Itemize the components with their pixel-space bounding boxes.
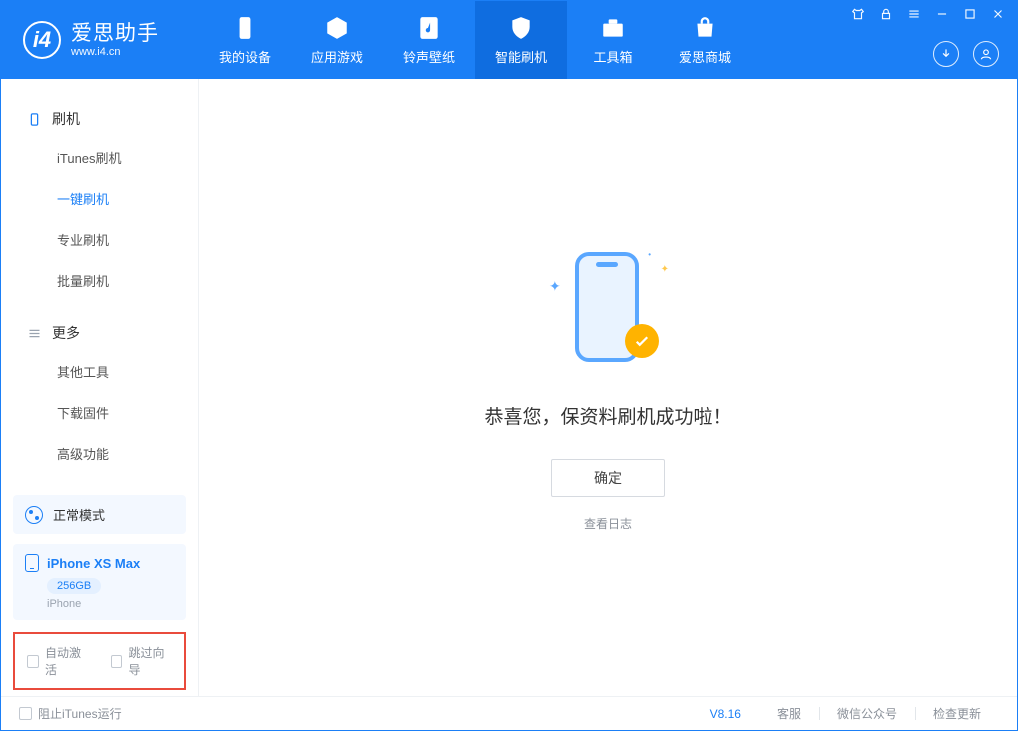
sidebar-item-batch-flash[interactable]: 批量刷机 [1, 260, 198, 301]
logo-block: i4 爱思助手 www.i4.cn [1, 1, 199, 79]
tab-my-device[interactable]: 我的设备 [199, 1, 291, 79]
success-message: 恭喜您，保资料刷机成功啦！ [484, 402, 731, 429]
tab-label: 爱思商城 [679, 47, 731, 66]
menu-icon[interactable] [907, 7, 921, 21]
tab-label: 我的设备 [219, 47, 271, 66]
phone-icon [232, 15, 258, 41]
check-badge-icon [625, 324, 659, 358]
checkbox-icon [111, 655, 123, 668]
sidebar: 刷机 iTunes刷机 一键刷机 专业刷机 批量刷机 更多 其他工具 下载固件 … [1, 79, 199, 696]
mode-icon [25, 506, 43, 524]
ok-button[interactable]: 确定 [551, 459, 665, 497]
checkbox-label: 阻止iTunes运行 [38, 705, 122, 722]
sidebar-item-itunes-flash[interactable]: iTunes刷机 [1, 137, 198, 178]
device-capacity: 256GB [47, 578, 101, 594]
group-title: 更多 [52, 323, 80, 343]
window-controls [851, 7, 1005, 21]
sidebar-item-advanced[interactable]: 高级功能 [1, 433, 198, 474]
footer-link-update[interactable]: 检查更新 [915, 705, 999, 722]
tab-ringtone-wallpaper[interactable]: 铃声壁纸 [383, 1, 475, 79]
device-card[interactable]: iPhone XS Max 256GB iPhone [13, 544, 186, 620]
app-header: i4 爱思助手 www.i4.cn 我的设备 应用游戏 铃声壁纸 智能刷机 工具… [1, 1, 1017, 79]
checkbox-icon [19, 707, 32, 720]
footer-link-support[interactable]: 客服 [759, 705, 819, 722]
tab-label: 应用游戏 [311, 47, 363, 66]
minimize-icon[interactable] [935, 7, 949, 21]
device-name: iPhone XS Max [47, 556, 140, 571]
sparkle-icon: • [648, 250, 651, 259]
app-name: 爱思助手 [71, 22, 159, 46]
phone-icon [25, 554, 39, 572]
status-bar: 阻止iTunes运行 V8.16 客服 微信公众号 检查更新 [1, 696, 1017, 730]
user-button[interactable] [973, 41, 999, 67]
shield-icon [508, 15, 534, 41]
device-type: iPhone [47, 598, 174, 610]
toolbox-icon [600, 15, 626, 41]
music-note-icon [416, 15, 442, 41]
tab-toolbox[interactable]: 工具箱 [567, 1, 659, 79]
cube-icon [324, 15, 350, 41]
checkbox-auto-activate[interactable]: 自动激活 [27, 644, 89, 678]
checkbox-label: 自动激活 [45, 644, 89, 678]
bag-icon [692, 15, 718, 41]
checkbox-skip-guide[interactable]: 跳过向导 [111, 644, 173, 678]
lock-icon[interactable] [879, 7, 893, 21]
maximize-icon[interactable] [963, 7, 977, 21]
sidebar-item-download-firmware[interactable]: 下载固件 [1, 392, 198, 433]
tab-label: 智能刷机 [495, 47, 547, 66]
options-highlight-box: 自动激活 跳过向导 [13, 632, 186, 690]
version-label: V8.16 [710, 707, 741, 721]
tab-apps-games[interactable]: 应用游戏 [291, 1, 383, 79]
logo-icon: i4 [23, 21, 61, 59]
tab-label: 工具箱 [593, 47, 632, 66]
download-button[interactable] [933, 41, 959, 67]
checkbox-icon [27, 655, 39, 668]
success-illustration: ✦ ✦ • [543, 244, 673, 374]
main-content: ✦ ✦ • 恭喜您，保资料刷机成功啦！ 确定 查看日志 [199, 79, 1017, 696]
device-icon [27, 112, 42, 127]
app-domain: www.i4.cn [71, 46, 159, 59]
sparkle-icon: ✦ [661, 264, 669, 275]
sidebar-item-pro-flash[interactable]: 专业刷机 [1, 219, 198, 260]
close-icon[interactable] [991, 7, 1005, 21]
mode-label: 正常模式 [53, 505, 105, 524]
sparkle-icon: ✦ [549, 278, 561, 295]
group-flash: 刷机 [1, 101, 198, 137]
tab-smart-flash[interactable]: 智能刷机 [475, 1, 567, 79]
sidebar-item-oneclick-flash[interactable]: 一键刷机 [1, 178, 198, 219]
sidebar-item-other-tools[interactable]: 其他工具 [1, 351, 198, 392]
tab-label: 铃声壁纸 [403, 47, 455, 66]
view-log-link[interactable]: 查看日志 [584, 515, 632, 532]
checkbox-label: 跳过向导 [128, 644, 172, 678]
mode-indicator[interactable]: 正常模式 [13, 495, 186, 534]
tab-store[interactable]: 爱思商城 [659, 1, 751, 79]
group-more: 更多 [1, 315, 198, 351]
tshirt-icon[interactable] [851, 7, 865, 21]
checkbox-block-itunes[interactable]: 阻止iTunes运行 [19, 705, 122, 722]
list-icon [27, 326, 42, 341]
footer-link-wechat[interactable]: 微信公众号 [819, 705, 915, 722]
group-title: 刷机 [52, 109, 80, 129]
